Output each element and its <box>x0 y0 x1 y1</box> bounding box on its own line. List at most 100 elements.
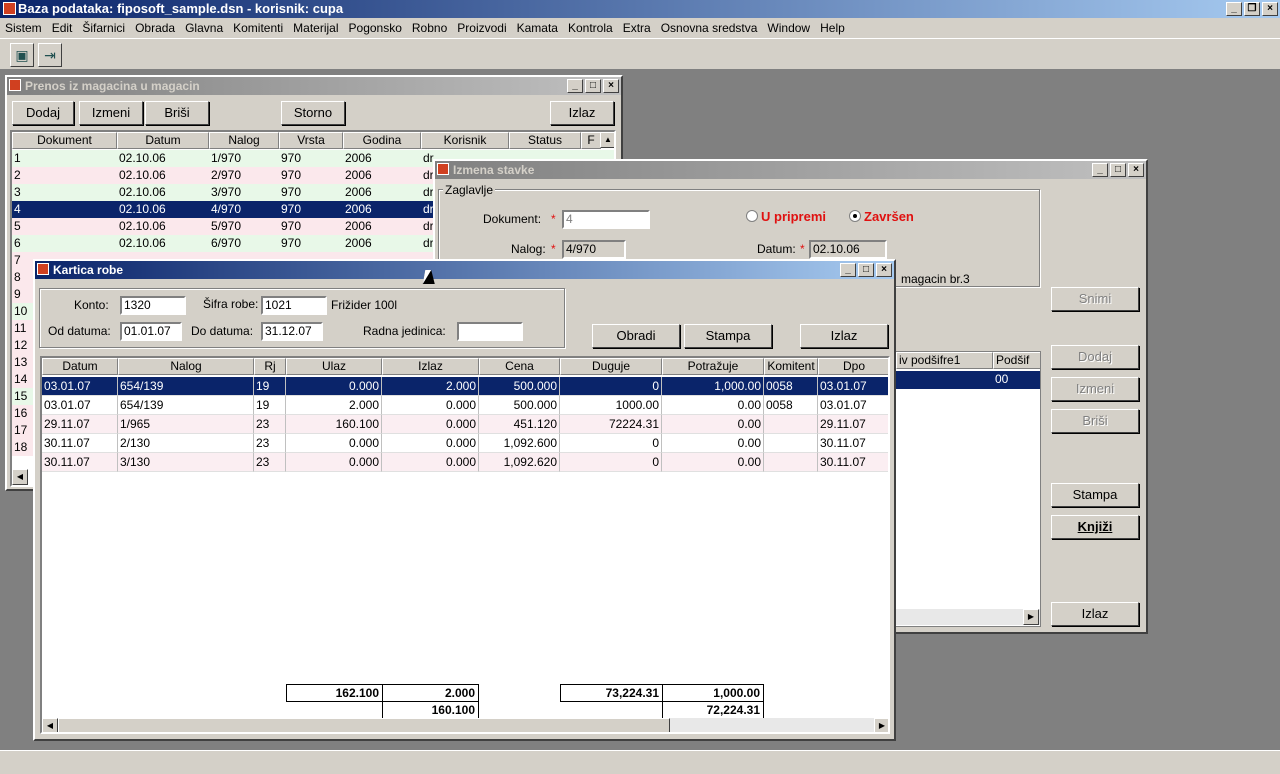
menu-obrada[interactable]: Obrada <box>130 18 180 38</box>
brisi-button[interactable]: Briši <box>1051 409 1139 433</box>
datum-field[interactable]: 02.10.06 <box>809 240 887 259</box>
column-header[interactable]: Rj <box>254 358 286 375</box>
konto-field[interactable]: 1320 <box>120 296 186 315</box>
column-header[interactable]: Ulaz <box>286 358 382 375</box>
izmeni-button[interactable]: Izmeni <box>1051 377 1139 401</box>
menu-window[interactable]: Window <box>762 18 815 38</box>
scroll-right-icon[interactable]: ▶ <box>874 718 888 732</box>
window-icon <box>37 263 49 275</box>
menu-extra[interactable]: Extra <box>618 18 656 38</box>
column-header[interactable]: Vrsta <box>279 132 343 149</box>
total-potrazuje: 1,000.00 <box>662 684 764 702</box>
od-datuma-field[interactable]: 01.01.07 <box>120 322 182 341</box>
menu-komitenti[interactable]: Komitenti <box>228 18 288 38</box>
maximize-button[interactable]: □ <box>1110 163 1126 177</box>
menu-sistem[interactable]: Sistem <box>0 18 47 38</box>
column-header[interactable]: iv podšifre1 <box>896 352 993 369</box>
minimize-button[interactable]: _ <box>1092 163 1108 177</box>
nalog-label: Nalog: <box>511 242 546 256</box>
minimize-button[interactable]: _ <box>567 79 583 93</box>
close-button[interactable]: × <box>876 263 892 277</box>
obradi-button[interactable]: Obradi <box>592 324 680 348</box>
close-button[interactable]: × <box>603 79 619 93</box>
menu-kontrola[interactable]: Kontrola <box>563 18 618 38</box>
do-datuma-field[interactable]: 31.12.07 <box>261 322 323 341</box>
column-header[interactable]: Komitent <box>764 358 818 375</box>
izlaz-button[interactable]: Izlaz <box>550 101 614 125</box>
menu-pogonsko[interactable]: Pogonsko <box>344 18 407 38</box>
sifra-label: Šifra robe: <box>203 297 259 311</box>
close-button[interactable]: × <box>1128 163 1144 177</box>
maximize-button[interactable]: □ <box>858 263 874 277</box>
menu-sifarnici[interactable]: Šifarnici <box>77 18 130 38</box>
menu-kamata[interactable]: Kamata <box>512 18 563 38</box>
column-header[interactable]: Potražuje <box>662 358 764 375</box>
menu-robno[interactable]: Robno <box>407 18 452 38</box>
column-header[interactable]: Duguje <box>560 358 662 375</box>
column-header[interactable]: Podšif <box>993 352 1040 369</box>
podsifre-grid: iv podšifre1 Podšif 00 ▶ <box>895 351 1041 627</box>
scroll-left-icon[interactable]: ◀ <box>12 469 28 485</box>
column-header[interactable]: Cena <box>479 358 560 375</box>
maximize-button[interactable]: □ <box>585 79 601 93</box>
table-row[interactable]: 30.11.07 2/130 23 0.000 0.000 1,092.600 … <box>42 434 888 453</box>
scroll-up-icon[interactable]: ▲ <box>600 132 614 148</box>
menu-edit[interactable]: Edit <box>47 18 78 38</box>
sifra-name: Frižider 100l <box>331 298 398 312</box>
column-header[interactable]: F <box>581 132 601 149</box>
radna-jedinica-field[interactable] <box>457 322 523 341</box>
magacin-text: magacin br.3 <box>901 272 970 286</box>
menu-proizvodi[interactable]: Proizvodi <box>452 18 511 38</box>
brisi-button[interactable]: Briši <box>145 101 209 125</box>
storno-button[interactable]: Storno <box>281 101 345 125</box>
horizontal-scrollbar[interactable]: ◀ ▶ <box>42 718 888 732</box>
print-icon[interactable]: ▣ <box>10 43 34 67</box>
column-header[interactable]: Datum <box>117 132 209 149</box>
table-row-selected[interactable]: 03.01.07 654/139 19 0.000 2.000 500.000 … <box>42 377 888 396</box>
column-header[interactable]: Nalog <box>209 132 279 149</box>
zaglavlje-label: Zaglavlje <box>443 183 496 197</box>
column-header[interactable]: Datum <box>42 358 118 375</box>
column-header[interactable]: Izlaz <box>382 358 479 375</box>
column-header[interactable]: Status <box>509 132 581 149</box>
dokument-field[interactable]: 4 <box>562 210 650 229</box>
table-row-selected[interactable]: 00 <box>896 371 1040 389</box>
knjizi-button[interactable]: Knjiži <box>1051 515 1139 539</box>
table-row[interactable]: 03.01.07 654/139 19 2.000 0.000 500.000 … <box>42 396 888 415</box>
minimize-button[interactable]: _ <box>1226 2 1242 16</box>
horizontal-scrollbar[interactable]: ▶ <box>896 609 1040 625</box>
dodaj-button[interactable]: Dodaj <box>12 101 74 125</box>
table-row[interactable]: 30.11.07 3/130 23 0.000 0.000 1,092.620 … <box>42 453 888 472</box>
radio-zavrsen[interactable] <box>849 210 861 222</box>
column-header[interactable]: Nalog <box>118 358 254 375</box>
scroll-left-icon[interactable]: ◀ <box>42 718 58 732</box>
izlaz-button[interactable]: Izlaz <box>800 324 888 348</box>
table-row[interactable]: 29.11.07 1/965 23 160.100 0.000 451.120 … <box>42 415 888 434</box>
menu-materijal[interactable]: Materijal <box>288 18 343 38</box>
exit-door-icon[interactable]: ⇥ <box>38 43 62 67</box>
close-button[interactable]: × <box>1262 2 1278 16</box>
dokument-label: Dokument: <box>483 212 542 226</box>
column-header[interactable]: Godina <box>343 132 421 149</box>
stampa-button[interactable]: Stampa <box>684 324 772 348</box>
restore-button[interactable]: ❐ <box>1244 2 1260 16</box>
column-header[interactable]: Dpo <box>818 358 888 375</box>
zavrsen-label[interactable]: Završen <box>864 209 914 224</box>
scroll-thumb[interactable] <box>58 718 670 732</box>
scroll-right-icon[interactable]: ▶ <box>1023 609 1039 625</box>
column-header[interactable]: Dokument <box>12 132 117 149</box>
radio-u-pripremi[interactable] <box>746 210 758 222</box>
sifra-field[interactable]: 1021 <box>261 296 327 315</box>
stampa-button[interactable]: Stampa <box>1051 483 1139 507</box>
dodaj-button[interactable]: Dodaj <box>1051 345 1139 369</box>
menu-glavna[interactable]: Glavna <box>180 18 228 38</box>
u-pripremi-label[interactable]: U pripremi <box>761 209 826 224</box>
minimize-button[interactable]: _ <box>840 263 856 277</box>
izmeni-button[interactable]: Izmeni <box>79 101 143 125</box>
menu-help[interactable]: Help <box>815 18 850 38</box>
column-header[interactable]: Korisnik <box>421 132 509 149</box>
nalog-field[interactable]: 4/970 <box>562 240 626 259</box>
snimi-button[interactable]: Snimi <box>1051 287 1139 311</box>
menu-osnovna-sredstva[interactable]: Osnovna sredstva <box>656 18 763 38</box>
izlaz-button[interactable]: Izlaz <box>1051 602 1139 626</box>
